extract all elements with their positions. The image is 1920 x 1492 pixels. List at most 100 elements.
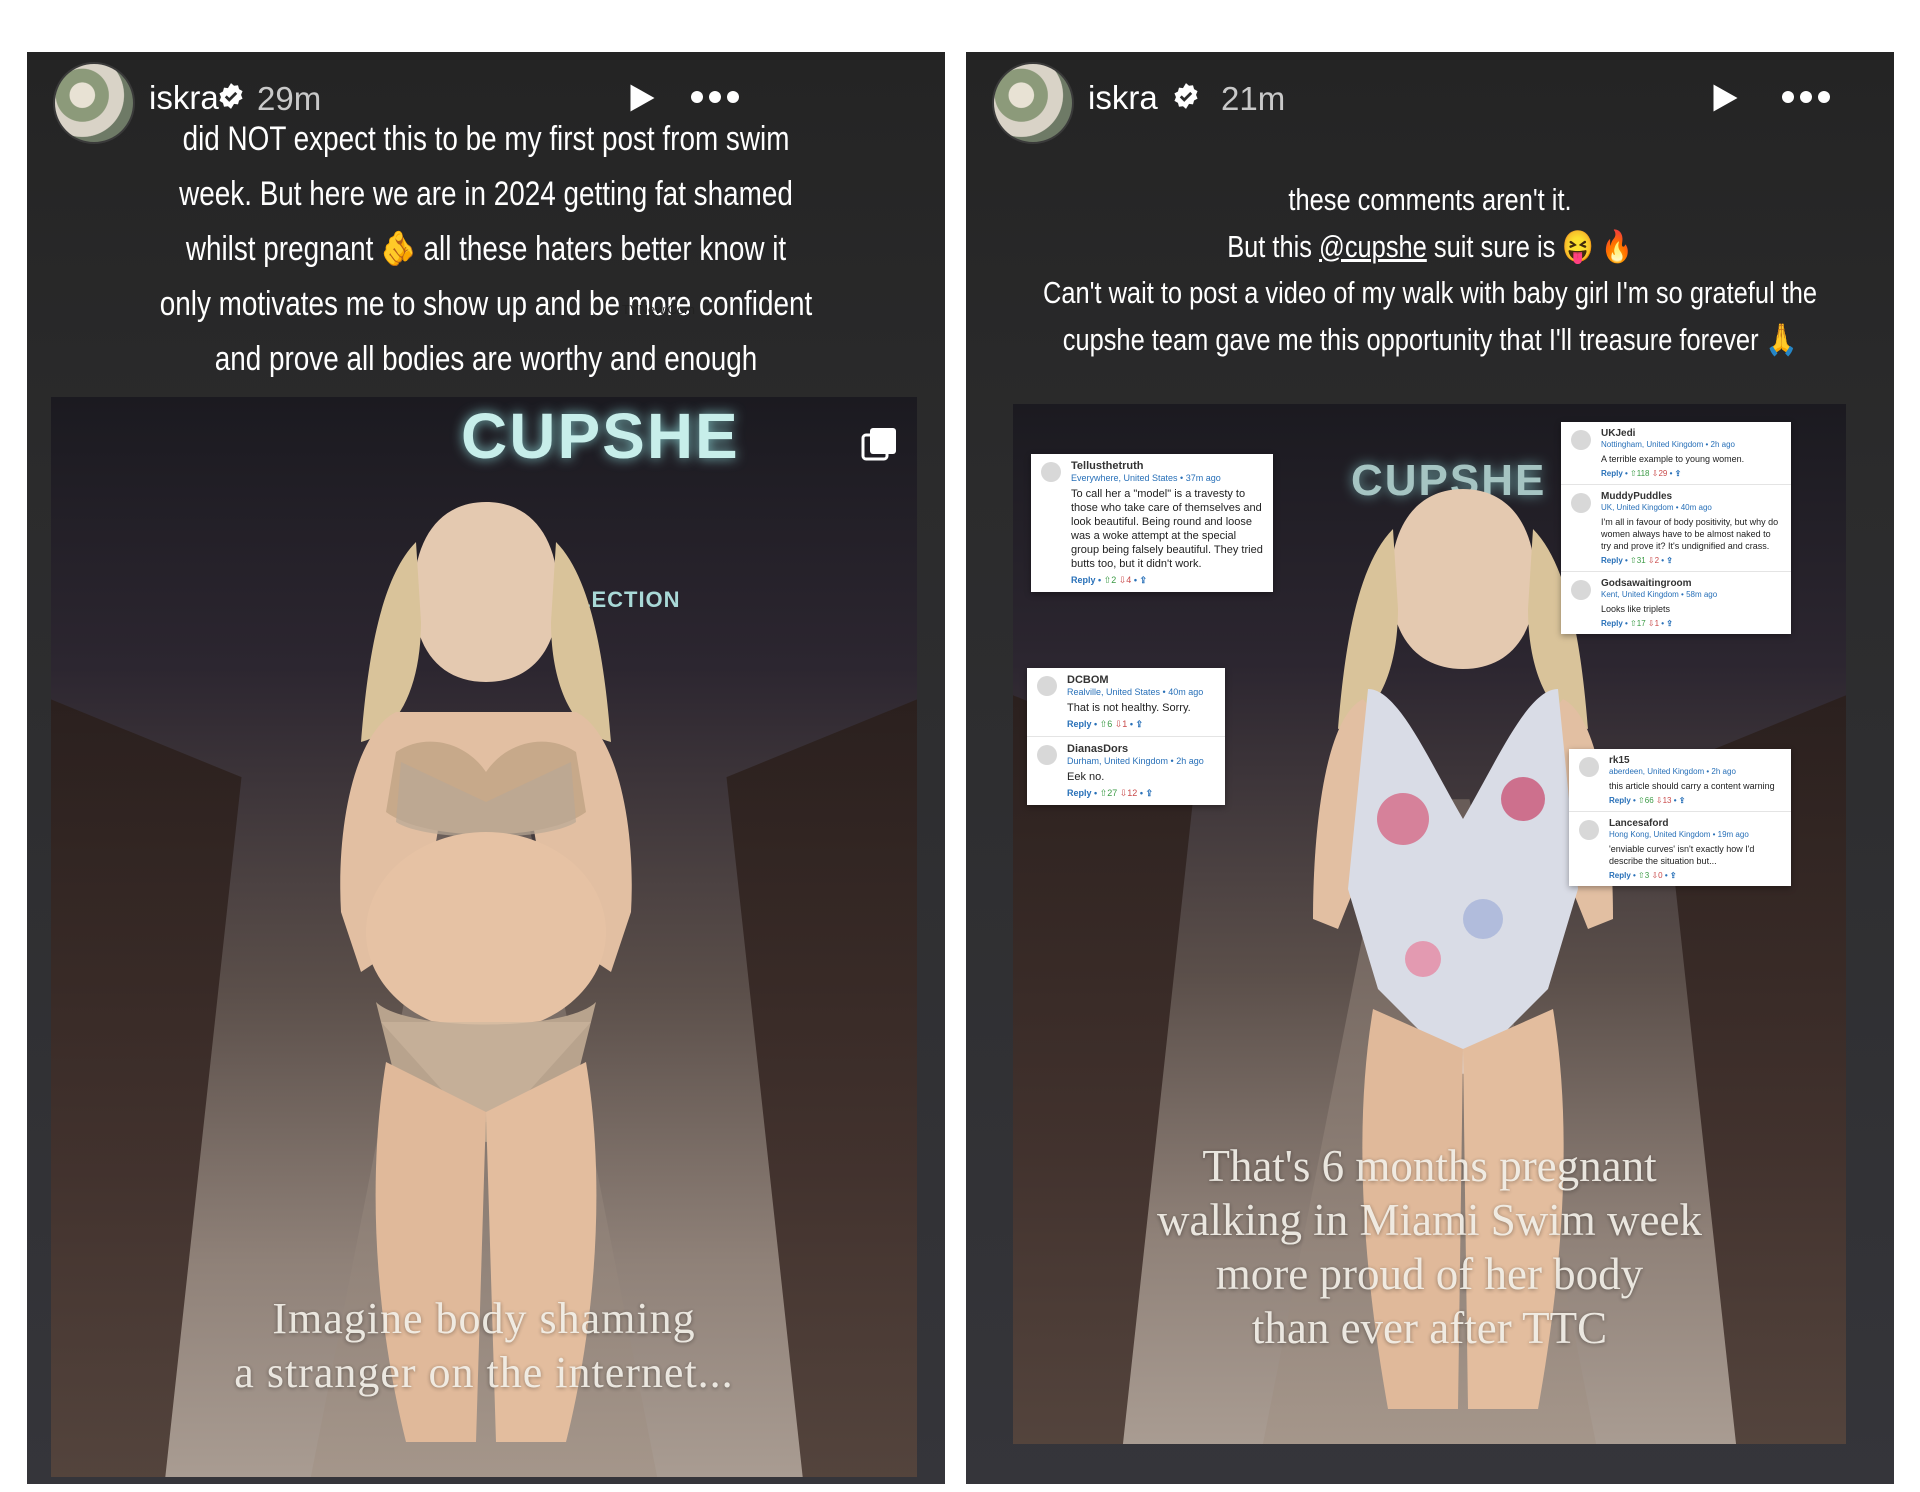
play-icon[interactable] xyxy=(623,80,659,116)
multiple-photos-icon xyxy=(861,428,896,461)
reply-link[interactable]: Reply xyxy=(1067,719,1092,729)
comment-author[interactable]: UKJedi xyxy=(1601,428,1781,439)
comment: MuddyPuddles UK, United Kingdom • 40m ag… xyxy=(1561,485,1791,572)
comment-meta: Kent, United Kingdom • 58m ago xyxy=(1601,590,1718,599)
caption-line: and prove all bodies are worthy and enou… xyxy=(214,340,758,378)
story-panel-1[interactable]: iskra 29m did NOT expect this to be my f… xyxy=(27,52,945,1484)
more-options-icon[interactable] xyxy=(1778,82,1834,112)
mention-link[interactable]: @cupshe xyxy=(1319,229,1427,264)
comment-actions: Reply • ⇧31 ⇩2 • ⇪ xyxy=(1601,556,1673,565)
comment-actions: Reply • ⇧6 ⇩1 • ⇪ xyxy=(1067,719,1144,729)
comment-meta: UK, United Kingdom • 40m ago xyxy=(1601,503,1712,512)
comment-text: this article should carry a content warn… xyxy=(1609,781,1775,791)
downvote-value: 1 xyxy=(1654,619,1660,628)
caption-line: did NOT expect this to be my first post … xyxy=(182,120,790,158)
comment-actions: Reply • ⇧66 ⇩13 • ⇪ xyxy=(1609,796,1686,805)
reply-link[interactable]: Reply xyxy=(1601,469,1623,478)
downvote-count: ⇩13 xyxy=(1655,796,1672,805)
comment-author[interactable]: DCBOM xyxy=(1067,674,1215,686)
downvote-count: ⇩29 xyxy=(1651,469,1668,478)
comment-meta: aberdeen, United Kingdom • 2h ago xyxy=(1609,767,1736,776)
upvote-value: 3 xyxy=(1644,871,1650,880)
downvote-value: 12 xyxy=(1127,788,1138,798)
caption-line: But this @cupshe suit sure is 😝 🔥 xyxy=(992,224,1868,271)
downvote-value: 4 xyxy=(1126,575,1132,585)
upvote-count: ⇧118 xyxy=(1630,469,1650,478)
story-overlay-text: Imagine body shaming a stranger on the i… xyxy=(51,1292,917,1400)
comment-author[interactable]: DianasDors xyxy=(1067,743,1215,755)
verified-badge-icon xyxy=(1174,83,1198,109)
overlay-line: Imagine body shaming xyxy=(272,1294,696,1343)
upvote-count: ⇧3 xyxy=(1638,871,1650,880)
comment-actions: Reply • ⇧2 ⇩4 • ⇪ xyxy=(1071,575,1148,585)
reply-link[interactable]: Reply xyxy=(1609,871,1631,880)
story-overlay-text: That's 6 months pregnant walking in Miam… xyxy=(1013,1139,1846,1355)
commenter-avatar xyxy=(1571,580,1591,600)
caption-text: But this xyxy=(1227,228,1320,264)
upvote-value: 6 xyxy=(1107,719,1113,729)
caption-line: whilst pregnant 🫵 all these haters bette… xyxy=(185,230,787,268)
comment-card: Tellusthetruth Everywhere, United States… xyxy=(1031,454,1273,592)
overlay-line: than ever after TTC xyxy=(1251,1303,1608,1353)
comment-text: 'enviable curves' isn't exactly how I'd … xyxy=(1609,844,1755,866)
overlay-line: That's 6 months pregnant xyxy=(1202,1141,1657,1191)
comment-meta: Everywhere, United States • 37m ago xyxy=(1071,473,1221,483)
upvote-count: ⇧66 xyxy=(1638,796,1654,805)
upvote-value: 2 xyxy=(1111,575,1117,585)
upvote-value: 31 xyxy=(1636,556,1646,565)
downvote-count: ⇩1 xyxy=(1114,719,1128,729)
comment-meta: Nottingham, United Kingdom • 2h ago xyxy=(1601,440,1735,449)
runway-photo[interactable]: CUPSHE Tellusthetruth Everywhere, United… xyxy=(1013,404,1846,1444)
story-caption-text: these comments aren't it. But this @cups… xyxy=(992,177,1868,363)
downvote-count: ⇩12 xyxy=(1119,788,1138,798)
comment: Tellusthetruth Everywhere, United States… xyxy=(1031,454,1273,592)
comment-actions: Reply • ⇧3 ⇩0 • ⇪ xyxy=(1609,871,1677,880)
story-panel-2[interactable]: iskra 21m these comments aren't it. But … xyxy=(966,52,1894,1484)
comment-text: A terrible example to young women. xyxy=(1601,454,1745,464)
downvote-value: 13 xyxy=(1662,796,1672,805)
username[interactable]: iskra xyxy=(1088,79,1158,117)
comment-text: That is not healthy. Sorry. xyxy=(1067,702,1191,714)
comment: Lancesaford Hong Kong, United Kingdom • … xyxy=(1569,812,1791,886)
play-icon[interactable] xyxy=(1706,80,1742,116)
story-header: iskra 21m xyxy=(966,52,1894,162)
overlay-line: walking in Miami Swim week xyxy=(1157,1195,1702,1245)
comment: DCBOM Realville, United States • 40m ago… xyxy=(1027,668,1225,737)
comment-author[interactable]: MuddyPuddles xyxy=(1601,491,1781,502)
brand-sign: CUPSHE xyxy=(461,400,740,472)
avatar[interactable] xyxy=(992,62,1074,144)
downvote-value: 0 xyxy=(1658,871,1663,880)
comment-author[interactable]: Godsawaitingroom xyxy=(1601,578,1781,589)
comment-author[interactable]: Lancesaford xyxy=(1609,818,1781,829)
upvote-count: ⇧6 xyxy=(1099,719,1113,729)
reply-link[interactable]: Reply xyxy=(1601,619,1623,628)
upvote-value: 66 xyxy=(1644,796,1654,805)
upvote-count: ⇧2 xyxy=(1103,575,1117,585)
comment-author[interactable]: rk15 xyxy=(1609,755,1781,766)
reply-link[interactable]: Reply xyxy=(1601,556,1623,565)
runway-photo[interactable]: CUPSHE RED COLLECTION Imagine body shami… xyxy=(51,397,917,1477)
caption-text: suit sure is 😝 🔥 xyxy=(1426,228,1633,264)
comment-actions: Reply • ⇧118 ⇩29 • ⇪ xyxy=(1601,469,1682,478)
comment-text: I'm all in favour of body positivity, bu… xyxy=(1601,517,1779,551)
reply-link[interactable]: Reply xyxy=(1067,788,1092,798)
post-time: 21m xyxy=(1221,80,1286,117)
commenter-avatar xyxy=(1571,430,1591,450)
comment-text: Eek no. xyxy=(1067,771,1105,783)
comment-card: DCBOM Realville, United States • 40m ago… xyxy=(1027,668,1225,805)
upvote-count: ⇧17 xyxy=(1630,619,1646,628)
more-options-icon[interactable] xyxy=(687,82,743,112)
story-caption-text: did NOT expect this to be my first post … xyxy=(77,112,895,387)
comment-text: Looks like triplets xyxy=(1601,604,1671,614)
reply-link[interactable]: Reply xyxy=(1071,575,1096,585)
comment-author[interactable]: Tellusthetruth xyxy=(1071,460,1263,472)
comment-meta: Realville, United States • 40m ago xyxy=(1067,687,1204,697)
caption-line: Can't wait to post a video of my walk wi… xyxy=(1042,275,1818,310)
reply-link[interactable]: Reply xyxy=(1609,796,1631,805)
comment: UKJedi Nottingham, United Kingdom • 2h a… xyxy=(1561,422,1791,485)
upvote-value: 17 xyxy=(1636,619,1646,628)
comment: Godsawaitingroom Kent, United Kingdom • … xyxy=(1561,572,1791,634)
comment-card: rk15 aberdeen, United Kingdom • 2h ago t… xyxy=(1569,749,1791,886)
downvote-count: ⇩0 xyxy=(1651,871,1663,880)
caption-line: these comments aren't it. xyxy=(1288,182,1572,217)
